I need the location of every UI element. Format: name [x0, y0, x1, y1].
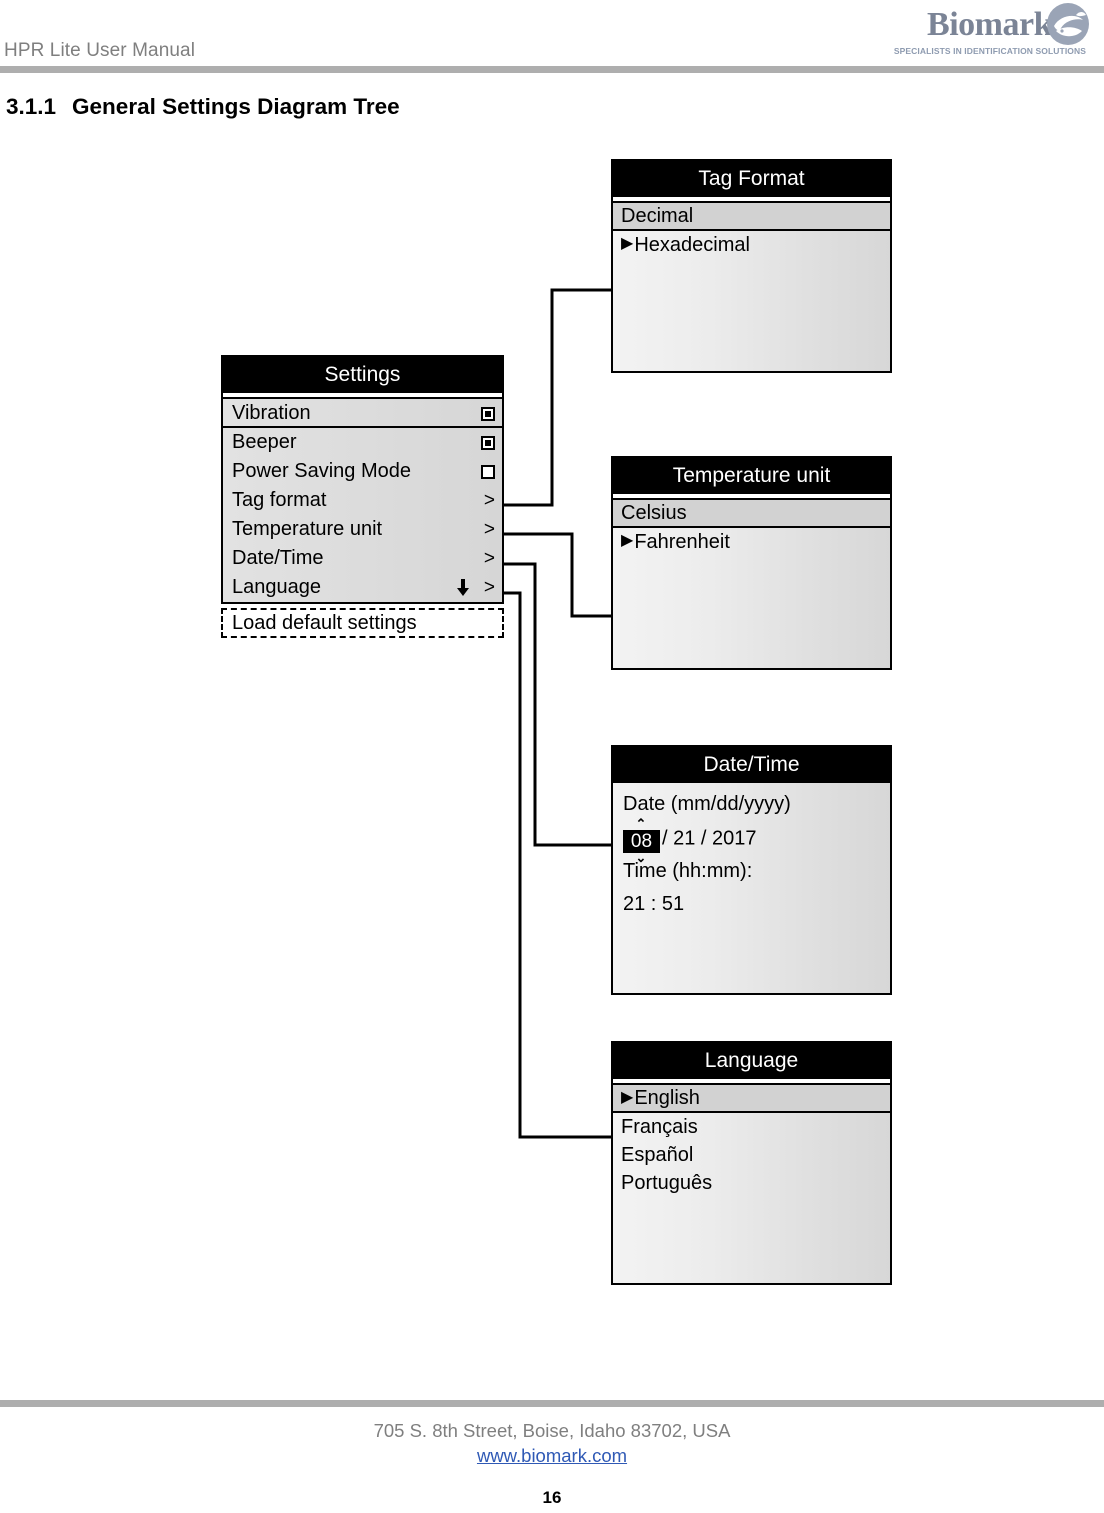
checkbox-unchecked-icon: [481, 464, 495, 479]
date-remainder: / 21 / 2017: [662, 827, 757, 850]
settings-item-label: Tag format: [232, 489, 327, 511]
language-screen: Language ▶English Français Español Portu…: [611, 1041, 892, 1285]
settings-item-label: Date/Time: [232, 547, 324, 569]
connector-tag-format: [504, 288, 611, 507]
settings-item-label: Beeper: [232, 431, 297, 453]
time-field-label: Time (hh:mm):: [623, 860, 753, 882]
temperature-unit-option-fahrenheit[interactable]: ▶Fahrenheit: [613, 528, 890, 556]
time-value[interactable]: 21 : 51: [623, 891, 890, 918]
settings-menu-list: Vibration Beeper Power Saving Mode Tag f…: [223, 397, 502, 602]
beeper-checkbox[interactable]: [481, 428, 495, 457]
language-option-english[interactable]: ▶English: [613, 1083, 890, 1113]
option-label: Español: [621, 1144, 694, 1166]
settings-item-vibration[interactable]: Vibration: [223, 399, 502, 428]
connector-language: [504, 591, 611, 1139]
option-label: Français: [621, 1116, 698, 1138]
chevron-right-icon: >: [483, 577, 495, 598]
chevron-right-icon: >: [483, 548, 495, 569]
stepper-down-caret-icon[interactable]: ⌄: [632, 851, 650, 864]
footer-website-text: www.biomark.com: [476, 1445, 628, 1466]
settings-screen-title: Settings: [223, 357, 502, 393]
footer-website-link[interactable]: www.biomark.com: [0, 1445, 1104, 1467]
settings-item-temperature-unit[interactable]: Temperature unit >: [223, 515, 502, 544]
tag-format-option-decimal[interactable]: Decimal: [613, 201, 890, 231]
vibration-checkbox[interactable]: [481, 399, 495, 428]
option-label: Fahrenheit: [634, 531, 730, 553]
temperature-unit-screen-title: Temperature unit: [613, 458, 890, 494]
option-label: Português: [621, 1172, 713, 1194]
section-heading: 3.1.1 General Settings Diagram Tree: [6, 94, 400, 120]
language-option-espanol[interactable]: Español: [613, 1141, 890, 1169]
stepper-up-caret-icon[interactable]: ⌃: [632, 817, 650, 830]
load-default-settings-button[interactable]: Load default settings: [221, 608, 504, 638]
diagram-connectors: [504, 288, 611, 1139]
checkbox-checked-icon: [481, 435, 495, 450]
date-time-fields: Date (mm/dd/yyyy) ⌃ 08 ⌄ / 21 / 2017 Tim…: [613, 783, 890, 993]
selection-arrow-icon: ▶: [621, 235, 634, 252]
date-field-label: Date (mm/dd/yyyy): [623, 793, 791, 815]
fish-badge-icon: [1047, 3, 1089, 45]
selection-arrow-icon: ▶: [621, 1089, 634, 1106]
chevron-right-icon: >: [483, 519, 495, 540]
settings-screen: Settings Vibration Beeper Power Saving M…: [221, 355, 504, 604]
language-options: ▶English Français Español Português: [613, 1083, 890, 1283]
settings-item-label: Language: [232, 576, 321, 598]
tag-format-screen: Tag Format Decimal ▶Hexadecimal: [611, 159, 892, 373]
settings-item-label: Temperature unit: [232, 518, 383, 540]
checkbox-checked-icon: [481, 406, 495, 421]
option-label: Decimal: [621, 205, 694, 227]
temperature-unit-option-celsius[interactable]: Celsius: [613, 498, 890, 528]
scroll-down-arrow-icon: [457, 579, 469, 596]
header-divider: [0, 66, 1104, 73]
settings-item-label: Vibration: [232, 402, 311, 424]
date-time-screen: Date/Time Date (mm/dd/yyyy) ⌃ 08 ⌄ / 21 …: [611, 745, 892, 995]
connector-date-time: [504, 562, 611, 847]
settings-item-power-saving-mode[interactable]: Power Saving Mode: [223, 457, 502, 486]
brand-wordmark: Biomark: [927, 6, 1052, 43]
option-label: Celsius: [621, 502, 687, 524]
settings-item-tag-format[interactable]: Tag format >: [223, 486, 502, 515]
settings-item-language[interactable]: Language >: [223, 573, 502, 602]
settings-item-date-time[interactable]: Date/Time >: [223, 544, 502, 573]
section-number: 3.1.1: [6, 94, 57, 119]
biomark-logo: Biomark SPECIALISTS IN IDENTIFICATION SO…: [866, 2, 1096, 60]
option-label: English: [634, 1087, 700, 1109]
page-number: 16: [542, 1488, 562, 1507]
temperature-unit-screen: Temperature unit Celsius ▶Fahrenheit: [611, 456, 892, 670]
brand-tagline: SPECIALISTS IN IDENTIFICATION SOLUTIONS: [893, 46, 1086, 56]
connector-temperature-unit: [504, 532, 611, 618]
language-screen-title: Language: [613, 1043, 890, 1079]
page-header: HPR Lite User Manual Biomark SPECIALISTS…: [0, 0, 1104, 73]
settings-item-label: Power Saving Mode: [232, 460, 411, 482]
section-title: General Settings Diagram Tree: [72, 94, 400, 119]
language-option-francais[interactable]: Français: [613, 1113, 890, 1141]
power-saving-checkbox[interactable]: [481, 457, 495, 486]
chevron-right-icon: >: [483, 490, 495, 511]
temperature-unit-options: Celsius ▶Fahrenheit: [613, 498, 890, 668]
selection-arrow-icon: ▶: [621, 532, 634, 549]
language-option-portugues[interactable]: Português: [613, 1169, 890, 1197]
tag-format-options: Decimal ▶Hexadecimal: [613, 201, 890, 371]
option-label: Hexadecimal: [634, 234, 750, 256]
settings-item-beeper[interactable]: Beeper: [223, 428, 502, 457]
tag-format-option-hexadecimal[interactable]: ▶Hexadecimal: [613, 231, 890, 259]
manual-title: HPR Lite User Manual: [4, 40, 196, 61]
tag-format-screen-title: Tag Format: [613, 161, 890, 197]
load-default-settings-label: Load default settings: [232, 612, 417, 634]
month-stepper[interactable]: ⌃ 08 ⌄: [623, 817, 660, 864]
date-time-screen-title: Date/Time: [613, 747, 890, 783]
date-value-row: ⌃ 08 ⌄ / 21 / 2017: [623, 817, 890, 864]
footer-address: 705 S. 8th Street, Boise, Idaho 83702, U…: [373, 1420, 731, 1441]
footer-divider: [0, 1400, 1104, 1407]
